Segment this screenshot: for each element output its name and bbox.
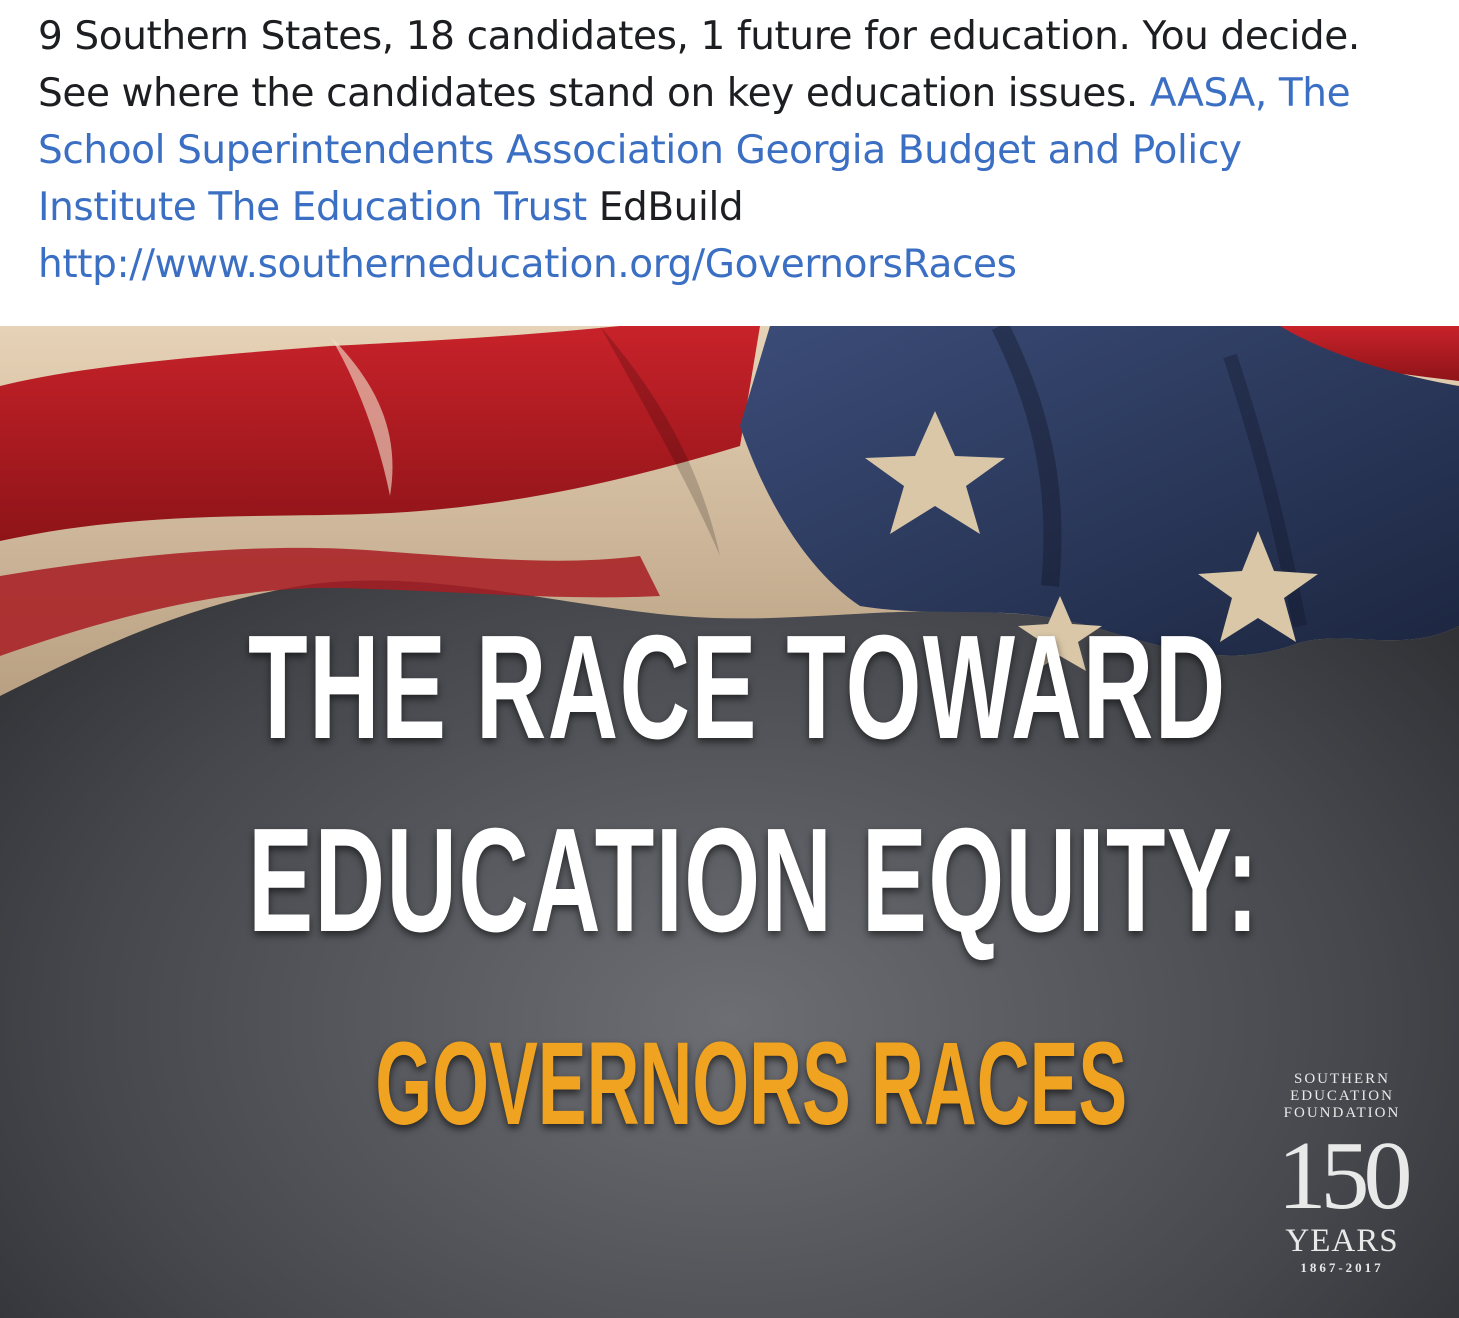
edbuild-text: EdBuild	[598, 185, 744, 230]
post-text-line-5: http://www.southerneducation.org/Governo…	[38, 236, 1438, 293]
post-text-line-2: See where the candidates stand on key ed…	[38, 65, 1438, 122]
logo-years: YEARS	[1285, 1223, 1399, 1259]
tag-gbpi-link[interactable]: Georgia Budget and Policy	[736, 128, 1242, 173]
post-text: 9 Southern States, 18 candidates, 1 futu…	[38, 8, 1438, 293]
tag-education-trust-link[interactable]: The Education Trust	[208, 185, 587, 230]
post-text-line-1: 9 Southern States, 18 candidates, 1 futu…	[38, 14, 1360, 59]
tag-gbpi-link-continued[interactable]: Institute	[38, 185, 197, 230]
logo-line-1: SOUTHERN	[1293, 1071, 1390, 1087]
tag-aasa-link[interactable]: AASA, The	[1150, 71, 1351, 116]
post-text-sentence: See where the candidates stand on key ed…	[38, 71, 1150, 116]
logo-line-3: FOUNDATION	[1283, 1105, 1401, 1121]
southern-education-foundation-logo: SOUTHERN EDUCATION FOUNDATION 150 YEARS …	[1262, 1071, 1422, 1276]
post-text-line-3: School Superintendents Association Georg…	[38, 122, 1438, 179]
governors-races-url-link[interactable]: http://www.southerneducation.org/Governo…	[38, 242, 1017, 287]
tag-aasa-link-continued[interactable]: School Superintendents Association	[38, 128, 724, 173]
logo-year-range: 1867-2017	[1300, 1260, 1384, 1275]
subhead-governors-races: GOVERNORS RACES	[375, 1018, 1128, 1150]
post-text-line-4: Institute The Education Trust EdBuild	[38, 179, 1438, 236]
logo-anniversary-number: 150	[1277, 1122, 1413, 1230]
logo-line-2: EDUCATION	[1290, 1088, 1394, 1104]
headline-line-2: EDUCATION EQUITY:	[248, 798, 1260, 963]
headline-line-1: THE RACE TOWARD	[248, 605, 1227, 770]
shared-image-card[interactable]: THE RACE TOWARD EDUCATION EQUITY: GOVERN…	[0, 326, 1459, 1318]
